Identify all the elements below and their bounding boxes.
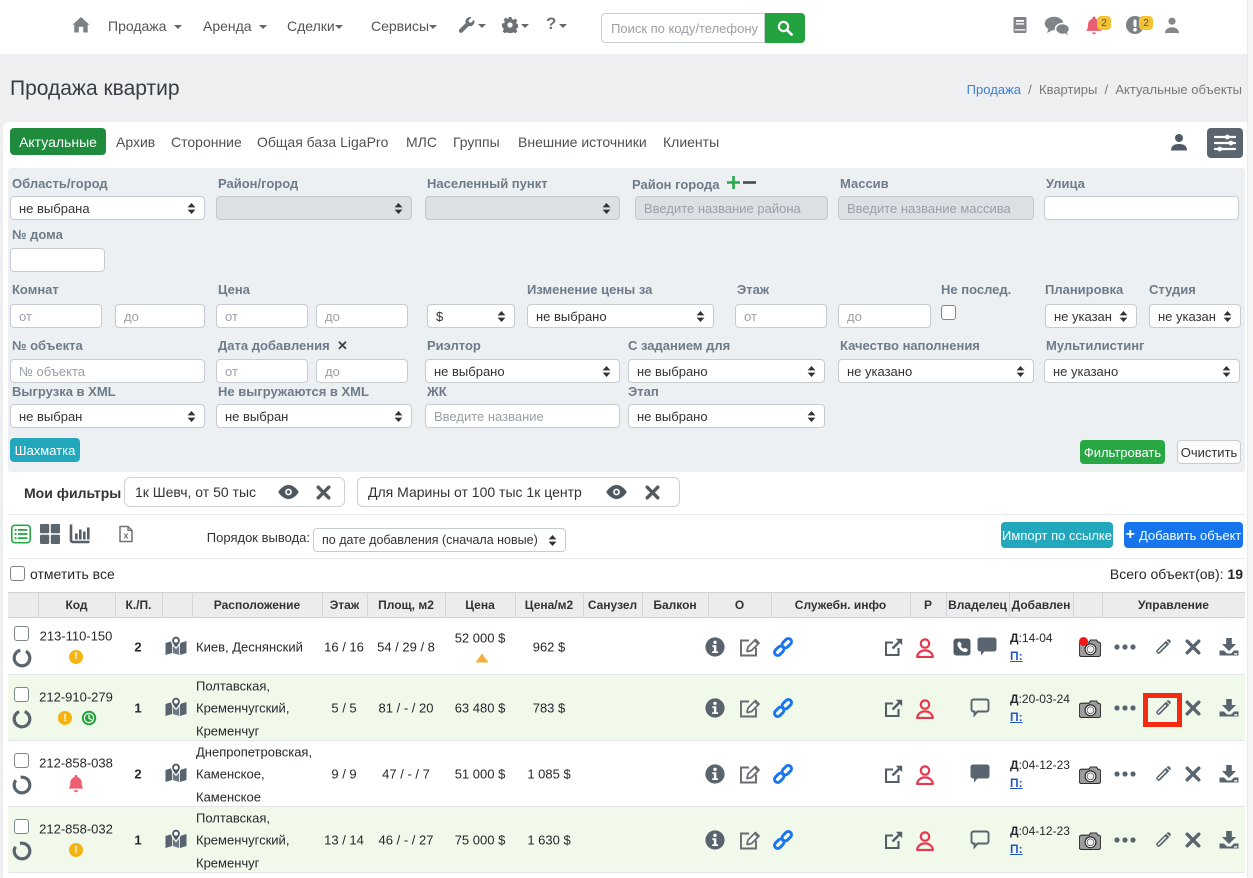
svg-text:x: x xyxy=(123,531,128,541)
